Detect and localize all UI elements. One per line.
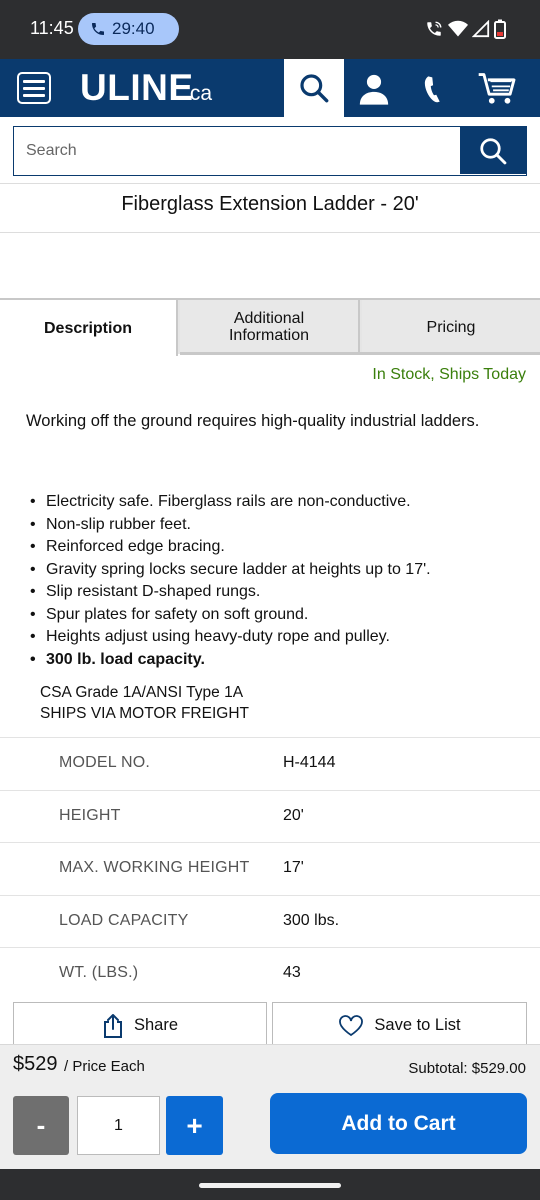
spec-value: 17' (283, 859, 304, 876)
save-label: Save to List (374, 1016, 461, 1034)
menu-icon-bar (23, 93, 45, 97)
save-to-list-button[interactable]: Save to List (272, 1002, 527, 1048)
heart-icon (339, 1014, 364, 1036)
list-item: Reinforced edge bracing. (30, 536, 530, 559)
spec-label: HEIGHT (59, 807, 121, 824)
battery-icon (494, 19, 506, 39)
divider (0, 232, 540, 233)
spec-row: HEIGHT 20' (0, 790, 540, 842)
spec-value: 20' (283, 807, 304, 824)
wifi-icon (448, 20, 468, 37)
spec-row: WT. (LBS.) 43 (0, 947, 540, 999)
spec-label: WT. (LBS.) (59, 964, 139, 981)
search-input[interactable] (14, 127, 460, 174)
quantity-decrease-button[interactable]: - (13, 1096, 69, 1155)
shipping-line: SHIPS VIA MOTOR FREIGHT (40, 705, 249, 722)
account-button[interactable] (352, 69, 396, 109)
stock-status: In Stock, Ships Today (372, 366, 526, 383)
list-item: Electricity safe. Fiberglass rails are n… (30, 491, 530, 514)
list-item: Slip resistant D-shaped rungs. (30, 581, 530, 604)
menu-icon-bar (23, 79, 45, 83)
uline-logo[interactable]: ULINE (80, 67, 194, 109)
spec-row: LOAD CAPACITY 300 lbs. (0, 895, 540, 947)
spec-row: MAX. WORKING HEIGHT 17' (0, 842, 540, 894)
spec-label: LOAD CAPACITY (59, 912, 189, 929)
add-to-cart-button[interactable]: Add to Cart (270, 1093, 527, 1154)
call-timer-chip[interactable]: 29:40 (78, 13, 179, 45)
spec-value: H-4144 (283, 754, 336, 771)
phone-call-icon (92, 23, 104, 35)
tab-description[interactable]: Description (0, 300, 178, 356)
call-timer-text: 29:40 (112, 19, 155, 38)
status-icons (424, 19, 506, 39)
certification-text: CSA Grade 1A/ANSI Type 1A SHIPS VIA MOTO… (40, 682, 249, 724)
logo-country-suffix: .ca (184, 82, 213, 105)
cert-line: CSA Grade 1A/ANSI Type 1A (40, 684, 244, 701)
cart-icon (478, 73, 516, 104)
wifi-calling-icon (427, 21, 442, 36)
share-label: Share (133, 1016, 179, 1034)
tabs-underline (180, 352, 540, 355)
price: $529 (13, 1053, 58, 1075)
tab-additional-information[interactable]: Additional Information (180, 300, 360, 354)
tab-label: Additional Information (228, 310, 310, 344)
phone-button[interactable] (414, 69, 454, 109)
spec-label: MODEL NO. (59, 754, 150, 771)
description-intro: Working off the ground requires high-qua… (26, 412, 480, 430)
search-bar (13, 126, 527, 176)
search-icon (300, 74, 329, 103)
spec-label: MAX. WORKING HEIGHT (59, 859, 250, 876)
list-item: Non-slip rubber feet. (30, 514, 530, 537)
share-icon (103, 1013, 122, 1038)
phone-icon (424, 76, 440, 103)
list-item: Heights adjust using heavy-duty rope and… (30, 626, 530, 649)
signal-icon (472, 20, 490, 38)
search-icon (480, 137, 507, 164)
product-tabs: Description Additional Information Prici… (0, 298, 540, 356)
spec-value: 43 (283, 964, 301, 981)
spec-row: MODEL NO. H-4144 (0, 737, 540, 789)
subtotal: Subtotal: $529.00 (408, 1060, 526, 1077)
status-bar: 11:45 29:40 (0, 0, 540, 59)
system-nav-bar (0, 1169, 540, 1200)
quantity-increase-button[interactable]: + (166, 1096, 223, 1155)
user-icon (359, 74, 389, 105)
menu-button[interactable] (17, 72, 51, 104)
quantity-input[interactable] (77, 1096, 160, 1155)
header-search-button[interactable] (284, 59, 344, 117)
tab-pricing[interactable]: Pricing (362, 300, 540, 354)
share-button[interactable]: Share (13, 1002, 267, 1048)
home-gesture-handle[interactable] (199, 1183, 341, 1188)
list-item: Spur plates for safety on soft ground. (30, 604, 530, 627)
search-submit-button[interactable] (460, 127, 526, 174)
purchase-bar: $529 / Price Each Subtotal: $529.00 - + … (0, 1044, 540, 1169)
spec-value: 300 lbs. (283, 912, 340, 929)
cart-button[interactable] (472, 69, 522, 109)
status-time: 11:45 (30, 18, 74, 38)
price-unit: / Price Each (64, 1058, 145, 1075)
divider (0, 183, 540, 184)
list-item: 300 lb. load capacity. (30, 649, 530, 672)
product-title: Fiberglass Extension Ladder - 20' (121, 193, 419, 215)
list-item: Gravity spring locks secure ladder at he… (30, 559, 530, 582)
feature-list: Electricity safe. Fiberglass rails are n… (30, 491, 530, 671)
menu-icon-bar (23, 86, 45, 90)
site-header: ULINE .ca (0, 59, 540, 117)
